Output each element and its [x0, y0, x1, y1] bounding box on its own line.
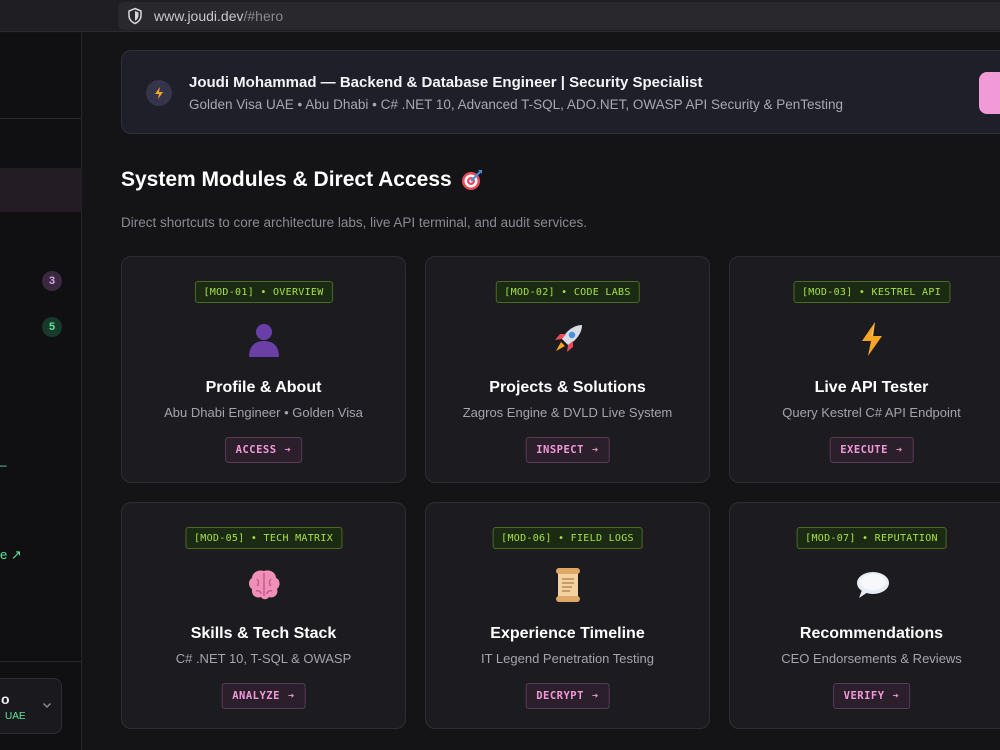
sidebar-item-active[interactable]	[0, 168, 82, 212]
module-title: Profile & About	[205, 379, 322, 396]
target-icon	[461, 170, 482, 190]
hero-subtitle: Golden Visa UAE • Abu Dhabi • C# .NET 10…	[189, 97, 844, 112]
user-profile-card[interactable]: o UAE	[0, 678, 62, 734]
module-description: C# .NET 10, T-SQL & OWASP	[175, 651, 352, 666]
module-card-profile[interactable]: [MOD-01] • OVERVIEW Profile & About Abu …	[121, 256, 406, 483]
module-card-recommendations[interactable]: [MOD-07] • REPUTATION Recommendations CE…	[729, 502, 1000, 729]
sidebar-count-badge: 5	[42, 317, 62, 337]
module-title: Recommendations	[799, 625, 944, 642]
section-subtitle: Direct shortcuts to core architecture la…	[121, 215, 587, 230]
module-title: Experience Timeline	[490, 625, 645, 642]
module-tag: [MOD-06] • FIELD LOGS	[492, 527, 643, 549]
module-description: IT Legend Penetration Testing	[481, 651, 654, 666]
module-title: Skills & Tech Stack	[190, 625, 337, 642]
address-bar[interactable]: www.joudi.dev/#hero	[118, 2, 1000, 30]
module-description: Query Kestrel C# API Endpoint	[782, 405, 961, 420]
speech-bubble-icon	[856, 572, 889, 598]
person-silhouette-icon	[248, 324, 279, 357]
module-tag: [MOD-02] • CODE LABS	[495, 281, 640, 303]
hero-banner: Joudi Mohammad — Backend & Database Engi…	[121, 50, 1000, 134]
module-tag: [MOD-07] • REPUTATION	[796, 527, 947, 549]
scroll-icon	[555, 568, 580, 602]
rocket-icon	[554, 325, 582, 352]
module-description: Zagros Engine & DVLD Live System	[462, 405, 673, 420]
brain-icon	[248, 570, 280, 600]
module-tag: [MOD-03] • KESTREL API	[792, 281, 951, 303]
section-title: System Modules & Direct Access	[121, 168, 484, 192]
module-card-skills[interactable]: [MOD-05] • TECH MATRIX Skills & Tech Sta…	[121, 502, 406, 729]
url-text: www.joudi.dev/#hero	[154, 8, 284, 24]
sidebar-divider	[0, 118, 82, 119]
lightning-icon	[861, 322, 882, 356]
hero-action-button[interactable]	[979, 72, 1000, 114]
analyze-button[interactable]: ANALYZE ➔	[221, 683, 306, 709]
sidebar-count-badge: 3	[42, 271, 62, 291]
verify-button[interactable]: VERIFY ➔	[832, 683, 911, 709]
sidebar-status-mark: –	[0, 458, 7, 472]
module-description: CEO Endorsements & Reviews	[781, 651, 962, 666]
decrypt-button[interactable]: DECRYPT ➔	[525, 683, 610, 709]
module-tag: [MOD-01] • OVERVIEW	[194, 281, 333, 303]
user-location: UAE	[5, 711, 26, 722]
user-name: o	[1, 691, 10, 707]
sidebar-divider	[0, 661, 82, 662]
chevron-down-icon[interactable]	[41, 699, 53, 711]
module-description: Abu Dhabi Engineer • Golden Visa	[164, 405, 363, 420]
execute-button[interactable]: EXECUTE ➔	[829, 437, 914, 463]
hero-title: Joudi Mohammad — Backend & Database Engi…	[189, 74, 703, 91]
module-card-experience[interactable]: [MOD-06] • FIELD LOGS Experience Timelin…	[425, 502, 710, 729]
shield-icon[interactable]	[126, 7, 144, 25]
module-card-api-tester[interactable]: [MOD-03] • KESTREL API Live API Tester Q…	[729, 256, 1000, 483]
sidebar: 3 5 – e ↗ o UAE	[0, 33, 82, 750]
access-button[interactable]: ACCESS ➔	[224, 437, 303, 463]
sidebar-external-link[interactable]: e ↗	[0, 547, 22, 563]
module-tag: [MOD-05] • TECH MATRIX	[184, 527, 343, 549]
lightning-icon	[146, 80, 172, 106]
browser-toolbar: www.joudi.dev/#hero	[0, 0, 1000, 32]
module-title: Projects & Solutions	[489, 379, 646, 396]
module-card-projects[interactable]: [MOD-02] • CODE LABS Projects & Solution…	[425, 256, 710, 483]
inspect-button[interactable]: INSPECT ➔	[525, 437, 610, 463]
module-title: Live API Tester	[814, 379, 929, 396]
